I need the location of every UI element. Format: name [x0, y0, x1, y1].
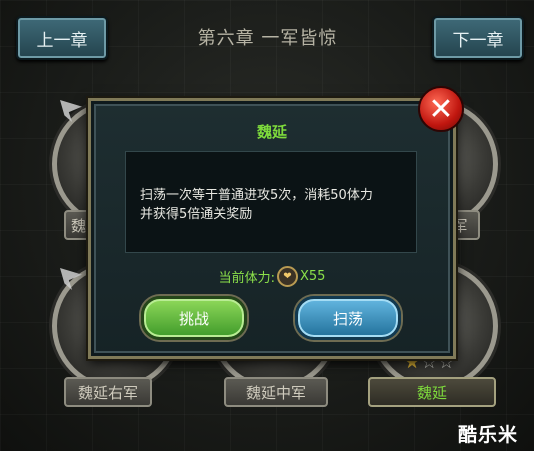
dialog-title: 魏延: [256, 123, 287, 141]
stage-label: 魏延中军: [224, 377, 328, 407]
challenge-button[interactable]: 挑战: [141, 296, 247, 340]
message-line: 扫荡一次等于普通进攻5次，消耗50体力: [140, 188, 373, 203]
chapter-title: 第六章 一军皆惊: [197, 28, 338, 49]
next-chapter-button[interactable]: 下一章: [432, 16, 524, 60]
message-line: 并获得5倍通关奖励: [140, 207, 253, 222]
stamina-value: X55: [299, 269, 326, 284]
close-icon[interactable]: ✕: [418, 86, 464, 132]
prev-chapter-button[interactable]: 上一章: [16, 16, 108, 60]
stage-label-selected: 魏延: [368, 377, 496, 407]
heart-icon: ❤: [276, 266, 298, 287]
stamina-label: 当前体力:: [218, 271, 275, 286]
sweep-button[interactable]: 扫荡: [295, 296, 401, 340]
message-box: 扫荡一次等于普通进攻5次，消耗50体力 并获得5倍通关奖励: [125, 151, 417, 253]
chapter-header: 上一章 第六章 一军皆惊 下一章: [0, 0, 534, 70]
watermark-text: 酷乐米: [458, 424, 519, 446]
message-text: 扫荡一次等于普通进攻5次，消耗50体力 并获得5倍通关奖励: [140, 186, 410, 224]
stamina-row: 当前体力: ❤ X55: [91, 266, 453, 287]
stage-label: 魏延右军: [64, 377, 152, 407]
sweep-dialog: 魏延 扫荡一次等于普通进攻5次，消耗50体力 并获得5倍通关奖励 当前体力: ❤…: [88, 98, 456, 359]
